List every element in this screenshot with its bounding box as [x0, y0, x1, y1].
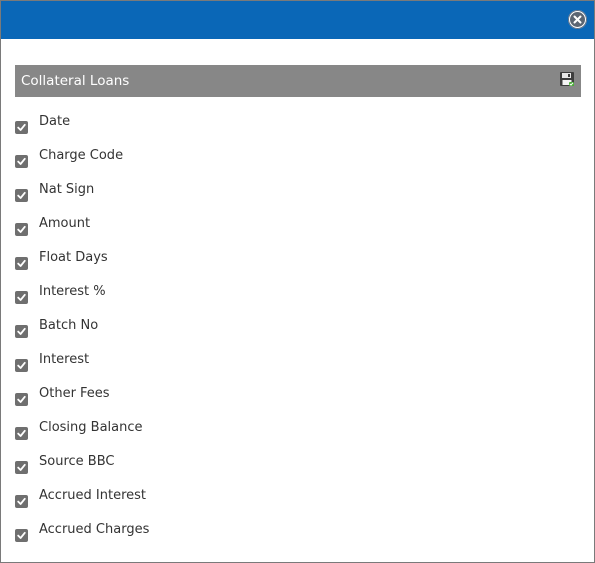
checkmark-icon	[17, 259, 26, 267]
column-checkbox[interactable]	[15, 461, 28, 474]
checkmark-icon	[17, 429, 26, 437]
column-option-row[interactable]: Float Days	[15, 248, 149, 282]
column-checkbox[interactable]	[15, 427, 28, 440]
column-option-label: Accrued Interest	[39, 488, 147, 503]
column-option-row[interactable]: Other Fees	[15, 384, 149, 418]
column-checkbox[interactable]	[15, 325, 28, 338]
column-checkbox[interactable]	[15, 121, 28, 134]
close-button[interactable]	[568, 10, 587, 29]
checkmark-icon	[17, 191, 26, 199]
column-option-row[interactable]: Amount	[15, 214, 149, 248]
checkmark-icon	[17, 157, 26, 165]
column-option-label: Source BBC	[39, 454, 115, 469]
column-option-row[interactable]: Accrued Interest	[15, 486, 149, 520]
column-chooser-dialog: Collateral Loans Date Charge Code Nat Sign…	[0, 0, 595, 563]
checkmark-icon	[17, 225, 26, 233]
column-option-label: Batch No	[39, 318, 99, 333]
column-option-row[interactable]: Closing Balance	[15, 418, 149, 452]
section-title: Collateral Loans	[21, 73, 130, 89]
column-option-label: Accrued Charges	[39, 522, 150, 537]
floppy-disk-icon[interactable]	[559, 71, 575, 87]
column-option-row[interactable]: Interest %	[15, 282, 149, 316]
checkmark-icon	[17, 123, 26, 131]
column-checkbox[interactable]	[15, 257, 28, 270]
checkmark-icon	[17, 497, 26, 505]
column-option-row[interactable]: Nat Sign	[15, 180, 149, 214]
checkmark-icon	[17, 361, 26, 369]
column-option-label: Date	[39, 114, 71, 129]
column-option-row[interactable]: Batch No	[15, 316, 149, 350]
column-option-label: Float Days	[39, 250, 108, 265]
column-option-label: Interest	[39, 352, 90, 367]
column-option-label: Interest %	[39, 284, 106, 299]
column-checkbox[interactable]	[15, 155, 28, 168]
column-checkbox-list: Date Charge Code Nat Sign Amount Float Days I…	[15, 112, 149, 554]
column-checkbox[interactable]	[15, 495, 28, 508]
checkmark-icon	[17, 293, 26, 301]
column-option-label: Other Fees	[39, 386, 110, 401]
dialog-titlebar	[1, 1, 594, 39]
column-option-row[interactable]: Source BBC	[15, 452, 149, 486]
column-option-row[interactable]: Interest	[15, 350, 149, 384]
column-option-row[interactable]: Charge Code	[15, 146, 149, 180]
checkmark-icon	[17, 463, 26, 471]
section-header: Collateral Loans	[15, 65, 581, 97]
column-option-row[interactable]: Date	[15, 112, 149, 146]
column-option-label: Nat Sign	[39, 182, 95, 197]
column-checkbox[interactable]	[15, 359, 28, 372]
close-icon	[570, 12, 585, 27]
column-checkbox[interactable]	[15, 529, 28, 542]
column-checkbox[interactable]	[15, 189, 28, 202]
column-checkbox[interactable]	[15, 223, 28, 236]
checkmark-icon	[17, 327, 26, 335]
column-option-label: Charge Code	[39, 148, 124, 163]
checkmark-icon	[17, 531, 26, 539]
column-checkbox[interactable]	[15, 291, 28, 304]
column-option-label: Amount	[39, 216, 91, 231]
column-option-label: Closing Balance	[39, 420, 143, 435]
column-checkbox[interactable]	[15, 393, 28, 406]
checkmark-icon	[17, 395, 26, 403]
column-option-row[interactable]: Accrued Charges	[15, 520, 149, 554]
